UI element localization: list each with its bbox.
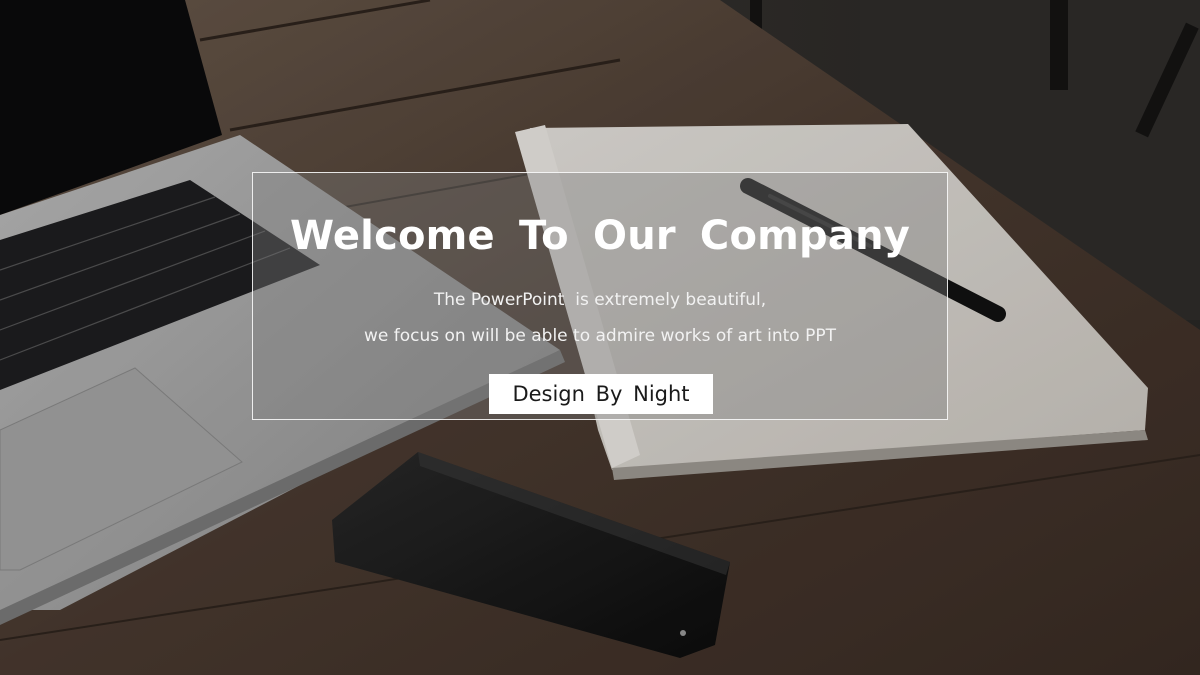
subtitle-line-2: we focus on will be able to admire works… [364,326,836,346]
design-by-night-badge: Design By Night [489,374,713,414]
title-overlay-box: Welcome To Our Company The PowerPoint is… [252,172,948,420]
subtitle-line-1: The PowerPoint is extremely beautiful, [433,290,767,310]
slide: Welcome To Our Company The PowerPoint is… [0,0,1200,675]
slide-title: Welcome To Our Company [289,213,911,259]
